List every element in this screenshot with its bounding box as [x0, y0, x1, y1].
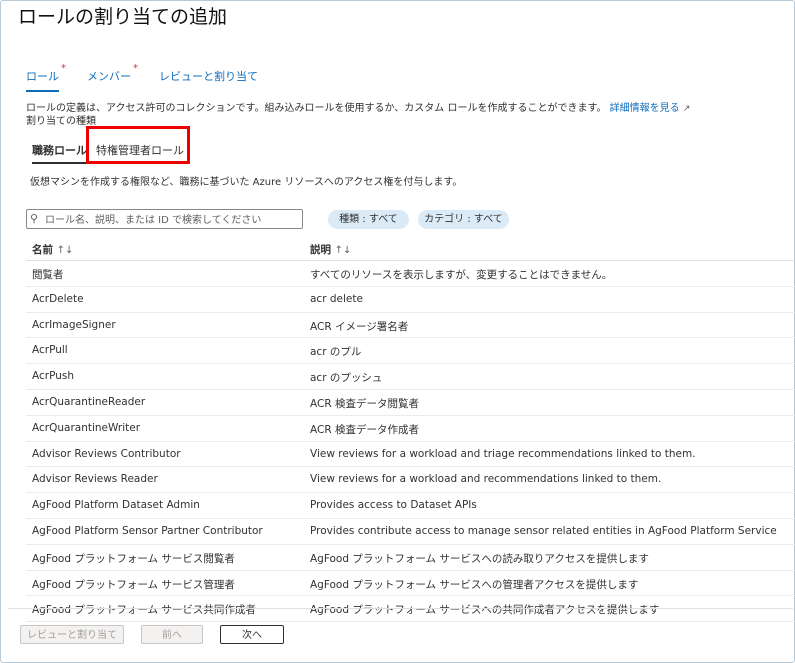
role-name: AcrImageSigner	[32, 318, 116, 331]
filter-category[interactable]: カテゴリ : すべて	[418, 210, 509, 229]
role-name: AgFood Platform Dataset Admin	[32, 499, 200, 512]
job-function-description: 仮想マシンを作成する権限など、職務に基づいた Azure リソースへのアクセス権…	[30, 177, 463, 188]
table-row[interactable]: AcrQuarantineWriter ACR 検査データ作成者	[26, 416, 795, 442]
role-description: ロールの定義は、アクセス許可のコレクションです。組み込みロールを使用するか、カス…	[26, 99, 690, 114]
role-description: View reviews for a workload and recommen…	[310, 473, 662, 486]
footer-divider	[8, 608, 793, 609]
role-name: Advisor Reviews Contributor	[32, 447, 181, 460]
table-row[interactable]: AcrQuarantineReader ACR 検査データ閲覧者	[26, 390, 795, 416]
role-name: 閲覧者	[32, 269, 64, 281]
page-title: ロールの割り当ての追加	[18, 6, 228, 28]
table-row[interactable]: AgFood プラットフォーム サービス閲覧者 AgFood プラットフォーム サ…	[26, 545, 795, 571]
required-marker: *	[61, 63, 66, 74]
role-name: AgFood Platform Sensor Partner Contribut…	[32, 524, 263, 537]
role-description-text: ロールの定義は、アクセス許可のコレクションです。組み込みロールを使用するか、カス…	[26, 103, 607, 114]
role-name: AgFood プラットフォーム サービス共同作成者	[32, 604, 256, 617]
wizard-tabs: ロール * メンバー * レビューと割り当て	[26, 63, 286, 92]
search-icon: ⚲	[30, 212, 39, 225]
required-marker: *	[133, 63, 138, 74]
learn-more-link[interactable]: 詳細情報を見る	[610, 103, 680, 114]
table-row[interactable]: AcrPush acr のプッシュ	[26, 364, 795, 390]
role-description: AgFood プラットフォーム サービスへの共同作成者アクセスを提供します	[310, 604, 660, 617]
role-name: AcrQuarantineWriter	[32, 421, 141, 434]
role-name: AcrPull	[32, 344, 68, 357]
role-name: AcrDelete	[32, 292, 84, 305]
role-description: Provides access to Dataset APIs	[310, 499, 477, 512]
role-description: すべてのリソースを表示しますが、変更することはできません。	[310, 269, 613, 281]
role-description: ACR イメージ署名者	[310, 320, 409, 333]
role-name: Advisor Reviews Reader	[32, 473, 158, 486]
next-button[interactable]: 次へ	[220, 625, 284, 644]
table-row[interactable]: AcrImageSigner ACR イメージ署名者	[26, 313, 795, 339]
role-description: acr delete	[310, 292, 363, 305]
table-row[interactable]: 閲覧者 すべてのリソースを表示しますが、変更することはできません。	[26, 261, 795, 287]
search-box[interactable]: ⚲	[26, 209, 303, 229]
tab-review-assign[interactable]: レビューと割り当て	[159, 68, 258, 92]
role-name: AgFood プラットフォーム サービス閲覧者	[32, 552, 235, 565]
table-row[interactable]: AgFood プラットフォーム サービス管理者 AgFood プラットフォーム サ…	[26, 571, 795, 597]
table-row[interactable]: AcrPull acr のプル	[26, 338, 795, 365]
column-header-description[interactable]: 説明 ↑↓	[310, 242, 351, 257]
role-description: View reviews for a workload and triage r…	[310, 447, 696, 460]
filter-type[interactable]: 種類 : すべて	[328, 210, 409, 229]
tab-members-label: メンバー	[87, 70, 131, 83]
table-header: 名前 ↑↓ 説明 ↑↓	[26, 236, 795, 261]
assignment-type-label: 割り当ての種類	[26, 116, 96, 127]
more-options-icon[interactable]: …	[212, 4, 227, 20]
review-assign-button[interactable]: レビューと割り当て	[20, 625, 124, 644]
search-input[interactable]	[43, 211, 302, 229]
external-link-icon: ↗	[682, 104, 691, 114]
role-description: AgFood プラットフォーム サービスへの読み取りアクセスを提供します	[310, 552, 649, 565]
role-description: ACR 検査データ閲覧者	[310, 397, 419, 410]
tab-role[interactable]: ロール *	[26, 63, 66, 92]
tab-review-assign-label: レビューと割り当て	[159, 70, 258, 83]
table-row[interactable]: Advisor Reviews Contributor View reviews …	[26, 442, 795, 468]
table-row[interactable]: AcrDelete acr delete	[26, 287, 795, 313]
role-name: AcrPush	[32, 370, 75, 383]
role-description: acr のプッシュ	[310, 372, 383, 385]
sort-icon: ↑↓	[56, 245, 74, 256]
role-description: AgFood プラットフォーム サービスへの管理者アクセスを提供します	[310, 578, 639, 591]
tab-job-function-roles[interactable]: 職務ロール	[32, 142, 87, 164]
highlight-box	[86, 126, 190, 164]
table-row[interactable]: Advisor Reviews Reader View reviews for a…	[26, 467, 795, 494]
sort-icon: ↑↓	[334, 245, 352, 256]
role-name: AgFood プラットフォーム サービス管理者	[32, 578, 235, 591]
role-description: Provides contribute access to manage sen…	[310, 524, 777, 537]
column-header-name[interactable]: 名前 ↑↓	[32, 242, 73, 257]
role-description: ACR 検査データ作成者	[310, 423, 419, 436]
table-row[interactable]: AgFood Platform Sensor Partner Contribut…	[26, 519, 795, 545]
tab-role-label: ロール	[26, 70, 59, 83]
table-row[interactable]: AgFood Platform Dataset Admin Provides ac…	[26, 493, 795, 519]
roles-table: 名前 ↑↓ 説明 ↑↓ 閲覧者 すべてのリソースを表示しますが、変更することはでき…	[26, 236, 795, 623]
role-name: AcrQuarantineReader	[32, 395, 146, 408]
tab-members[interactable]: メンバー *	[87, 63, 138, 92]
role-description: acr のプル	[310, 346, 362, 359]
table-row[interactable]: AgFood プラットフォーム サービス共同作成者 AgFood プラットフォーム…	[26, 596, 795, 623]
previous-button[interactable]: 前へ	[141, 625, 203, 644]
